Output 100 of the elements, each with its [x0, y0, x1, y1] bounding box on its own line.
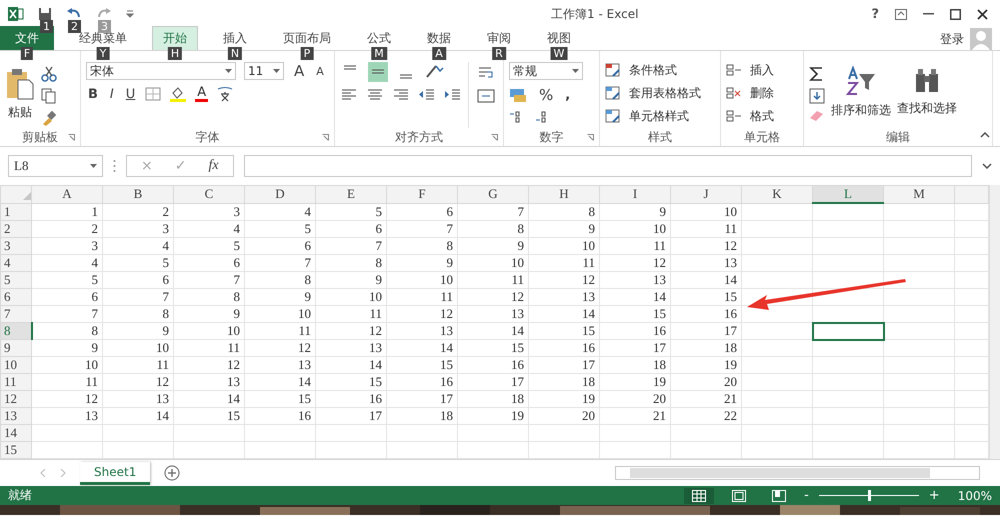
styles-menu-item[interactable]: 条件格式 [629, 62, 677, 79]
increase-indent-icon[interactable] [444, 88, 462, 102]
column-header[interactable]: K [742, 186, 812, 203]
styles-menu-item[interactable]: 套用表格格式 [629, 85, 701, 102]
number-format-field[interactable]: 常规 [509, 62, 583, 80]
dialog-launcher-icon[interactable] [68, 134, 75, 140]
formula-input[interactable] [244, 155, 972, 177]
column-header[interactable]: D [244, 186, 316, 203]
name-box[interactable]: L8 [8, 155, 103, 177]
maximize-icon[interactable] [950, 8, 961, 20]
grow-font-button[interactable]: A [292, 62, 306, 80]
row-header[interactable]: 9 [0, 340, 32, 356]
row-header[interactable]: 15 [0, 442, 32, 458]
vertical-scrollbar[interactable] [989, 185, 1000, 459]
row-header[interactable]: 4 [0, 254, 32, 272]
column-header[interactable]: L [812, 186, 884, 203]
page-break-icon[interactable] [772, 490, 786, 502]
comma-button[interactable]: , [563, 88, 572, 102]
view-button[interactable] [684, 488, 714, 504]
horizontal-scrollbar[interactable] [615, 466, 980, 480]
font-color-button[interactable]: A [195, 86, 208, 102]
sheet-tab[interactable]: Sheet1 [80, 462, 150, 484]
dropdown-icon[interactable] [572, 69, 579, 73]
dropdown-icon[interactable] [90, 164, 97, 168]
row-header[interactable]: 10 [0, 356, 32, 374]
cells-menu-item[interactable]: 插入 [750, 62, 774, 79]
fill-color-icon[interactable] [169, 86, 188, 102]
row-header[interactable]: 12 [0, 390, 32, 408]
help-button[interactable]: ? [871, 6, 879, 22]
dialog-launcher-icon[interactable] [322, 134, 329, 140]
customize-icon[interactable] [126, 10, 134, 18]
autosum-icon[interactable] [809, 66, 825, 82]
style-icon[interactable] [605, 109, 621, 124]
insert-function-button[interactable]: fx [208, 158, 219, 174]
column-header[interactable]: H [528, 186, 600, 203]
row-header[interactable]: 2 [0, 220, 32, 238]
align-right-icon[interactable] [392, 88, 410, 102]
cells-menu-item[interactable]: 删除 [750, 85, 774, 102]
collapse-ribbon-icon[interactable] [980, 132, 990, 138]
currency-icon[interactable] [509, 87, 529, 103]
minimize-icon[interactable] [923, 13, 934, 15]
column-header[interactable]: J [670, 186, 742, 203]
zoom-out-button[interactable]: - [804, 488, 809, 503]
cells-menu-item[interactable]: 格式 [750, 108, 774, 125]
row-header[interactable]: 1 [0, 203, 32, 220]
row-header[interactable]: 11 [0, 374, 32, 390]
percent-button[interactable]: % [537, 86, 556, 104]
zoom-in-button[interactable]: + [928, 488, 940, 503]
copy-icon[interactable] [41, 88, 57, 104]
column-header[interactable]: E [316, 186, 386, 203]
row-header[interactable]: 14 [0, 424, 32, 442]
column-header[interactable]: I [600, 186, 670, 203]
row-header[interactable]: 3 [0, 238, 32, 254]
italic-button[interactable]: I [108, 86, 116, 102]
underline-button[interactable]: U [124, 86, 138, 102]
find-select-button[interactable]: 查找和选择 [897, 100, 957, 117]
cells-icon[interactable] [726, 63, 742, 78]
cut-icon[interactable] [41, 66, 57, 82]
borders-icon[interactable] [145, 87, 162, 101]
column-header[interactable]: M [884, 186, 954, 203]
dropdown-icon[interactable] [273, 69, 280, 73]
grid-icon[interactable] [692, 490, 706, 502]
cells-icon[interactable] [726, 109, 742, 124]
font-name-field[interactable]: 宋体 [86, 62, 236, 80]
row-header[interactable]: 8 [0, 322, 32, 340]
format-painter-icon[interactable] [41, 110, 57, 126]
binoculars-icon[interactable] [913, 66, 941, 94]
column-header[interactable]: F [386, 186, 458, 203]
column-header[interactable]: C [174, 186, 244, 203]
style-icon[interactable] [605, 86, 621, 101]
expand-icon[interactable] [982, 163, 992, 169]
sort-filter-button[interactable]: 排序和筛选 [831, 102, 891, 119]
ribbon-tab[interactable]: 数据 [416, 26, 462, 50]
decrease-indent-icon[interactable] [418, 88, 436, 102]
cells-icon[interactable] [726, 86, 742, 101]
dialog-launcher-icon[interactable] [491, 134, 498, 140]
ribbon-tab[interactable]: 页面布局 [272, 26, 342, 50]
styles-menu-item[interactable]: 单元格样式 [629, 108, 689, 125]
row-header[interactable]: 6 [0, 288, 32, 306]
paste-icon[interactable] [5, 68, 35, 100]
row-header[interactable]: 7 [0, 306, 32, 322]
close-icon[interactable] [977, 8, 988, 20]
column-header[interactable]: A [32, 186, 102, 203]
style-icon[interactable] [605, 63, 621, 78]
sign-in-link[interactable]: 登录 [940, 30, 964, 48]
sort-filter-icon[interactable] [845, 66, 877, 96]
dialog-launcher-icon[interactable] [587, 134, 594, 140]
shrink-font-button[interactable]: A [314, 64, 326, 78]
ribbon-tab[interactable]: 插入 [212, 26, 258, 50]
paste-button[interactable]: 粘贴 [8, 104, 32, 121]
dropdown-icon[interactable] [225, 69, 232, 73]
row-header[interactable]: 13 [0, 408, 32, 424]
add-sheet-icon[interactable] [164, 465, 180, 481]
merge-center-icon[interactable] [477, 88, 495, 104]
ribbon-display-icon[interactable] [895, 8, 907, 20]
phonetic-icon[interactable] [216, 86, 234, 102]
center-icon[interactable] [366, 88, 384, 102]
ribbon-tab[interactable]: 公式 [356, 26, 402, 50]
column-header[interactable]: G [458, 186, 528, 203]
align-left-icon[interactable] [340, 88, 358, 102]
